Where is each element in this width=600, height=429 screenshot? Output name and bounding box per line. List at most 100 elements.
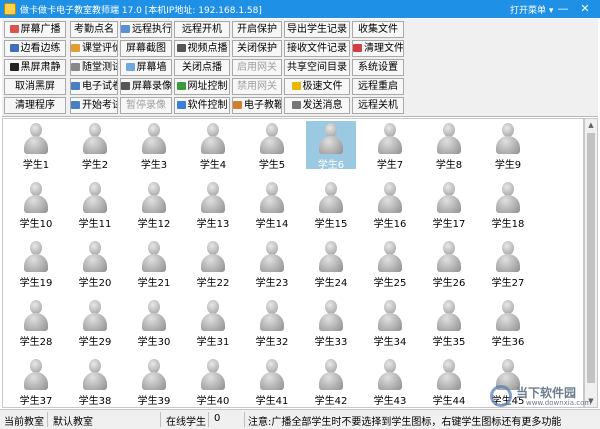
student-avatar-icon [496,182,520,214]
student-name: 学生42 [314,396,348,407]
toolbar-button-r2c3[interactable]: 屏幕截图 [120,40,172,57]
toolbar-button-r5c7[interactable]: 远程关机 [352,97,404,114]
toolbar-button-r1c6[interactable]: 导出学生记录 [284,21,350,38]
toolbar-button-r1c2[interactable]: 考勤点名 [70,21,118,38]
student-item[interactable]: 学生20 [70,239,120,289]
student-item[interactable]: 学生29 [70,298,120,348]
student-item[interactable]: 学生9 [483,121,533,171]
student-item[interactable]: 学生31 [188,298,238,348]
student-item[interactable]: 学生34 [365,298,415,348]
scroll-up-icon[interactable]: ▲ [585,119,597,131]
toolbar-button-r3c6[interactable]: 共享空间目录 [284,59,350,76]
toolbar-button-r1c5[interactable]: 开启保护 [232,21,282,38]
student-item[interactable]: 学生33 [306,298,356,348]
student-item[interactable]: 学生39 [129,357,179,407]
student-item[interactable]: 学生15 [306,180,356,230]
student-name: 学生11 [78,219,112,230]
toolbar-button-r3c4[interactable]: 关闭点播 [174,59,230,76]
student-avatar-icon [24,182,48,214]
toolbar-button-r4c6[interactable]: 极速文件 [284,78,350,95]
toolbar-button-r3c1[interactable]: 黑屏肃静 [4,59,66,76]
toolbar-button-r4c7[interactable]: 远程重启 [352,78,404,95]
student-avatar-icon [24,123,48,155]
toolbar-button-r1c1[interactable]: 屏幕广播 [4,21,66,38]
student-avatar-icon [24,241,48,273]
toolbar-button-r5c1[interactable]: 清理程序 [4,97,66,114]
toolbar-button-r2c6[interactable]: 接收文件记录 [284,40,350,57]
student-item[interactable]: 学生44 [424,357,474,407]
student-item[interactable]: 学生37 [11,357,61,407]
student-item[interactable]: 学生19 [11,239,61,289]
toolbar-button-label: 共享空间目录 [287,62,347,73]
toolbar-button-r4c1[interactable]: 取消黑屏 [4,78,66,95]
student-item[interactable]: 学生16 [365,180,415,230]
toolbar-button-r5c3[interactable]: 暂停录像 [120,97,172,114]
minimize-icon[interactable]: — [556,1,570,16]
toolbar-button-r2c4[interactable]: 视频点播 [174,40,230,57]
student-item[interactable]: 学生8 [424,121,474,171]
toolbar-button-r4c4[interactable]: 网址控制 [174,78,230,95]
toolbar-button-r3c5[interactable]: 启用网关 [232,59,282,76]
student-item[interactable]: 学生35 [424,298,474,348]
toolbar-button-label: 导出学生记录 [287,24,347,35]
toolbar-button-label: 清理程序 [15,100,55,111]
student-item[interactable]: 学生2 [70,121,120,171]
student-item[interactable]: 学生25 [365,239,415,289]
student-item[interactable]: 学生10 [11,180,61,230]
student-item[interactable]: 学生41 [247,357,297,407]
open-menu-button[interactable]: 打开菜单 ▾ [510,3,553,16]
student-item[interactable]: 学生12 [129,180,179,230]
toolbar-button-r2c5[interactable]: 关闭保护 [232,40,282,57]
student-item[interactable]: 学生5 [247,121,297,171]
student-item[interactable]: 学生42 [306,357,356,407]
toolbar-button-r3c2[interactable]: 随堂测试 [70,59,118,76]
student-item[interactable]: 学生24 [306,239,356,289]
vertical-scrollbar[interactable]: ▲ ▼ [584,118,598,408]
student-item[interactable]: 学生18 [483,180,533,230]
student-item[interactable]: 学生3 [129,121,179,171]
student-item[interactable]: 学生23 [247,239,297,289]
toolbar-button-r5c5[interactable]: 电子教鞭 [232,97,282,114]
toolbar-button-r5c2[interactable]: 开始考试 [70,97,118,114]
toolbar: 屏幕广播 考勤点名 远程执行 远程开机 开启保护 导出学生记录 收集文件 边看边练 课堂评价 屏幕… [2,19,598,117]
student-item[interactable]: 学生21 [129,239,179,289]
toolbar-button-r1c3[interactable]: 远程执行 [120,21,172,38]
toolbar-button-r1c7[interactable]: 收集文件 [352,21,404,38]
toolbar-button-r3c7[interactable]: 系统设置 [352,59,404,76]
scrollbar-thumb[interactable] [587,133,595,383]
student-item[interactable]: 学生32 [247,298,297,348]
student-item[interactable]: 学生38 [70,357,120,407]
student-item[interactable]: 学生30 [129,298,179,348]
toolbar-button-r2c7[interactable]: 清理文件 [352,40,404,57]
toolbar-button-r5c4[interactable]: 软件控制 [174,97,230,114]
student-item[interactable]: 学生17 [424,180,474,230]
student-item[interactable]: 学生4 [188,121,238,171]
student-name: 学生34 [373,337,407,348]
student-item[interactable]: 学生11 [70,180,120,230]
student-name: 学生28 [19,337,53,348]
student-item[interactable]: 学生14 [247,180,297,230]
student-item[interactable]: 学生6 [306,121,356,171]
student-item[interactable]: 学生43 [365,357,415,407]
student-item[interactable]: 学生28 [11,298,61,348]
student-item[interactable]: 学生7 [365,121,415,171]
close-icon[interactable]: ✕ [578,1,592,16]
student-item[interactable]: 学生13 [188,180,238,230]
student-avatar-icon [496,241,520,273]
toolbar-button-r2c2[interactable]: 课堂评价 [70,40,118,57]
toolbar-button-r4c2[interactable]: 电子试卷 [70,78,118,95]
toolbar-button-r4c3[interactable]: 屏幕录像 [120,78,172,95]
student-item[interactable]: 学生40 [188,357,238,407]
student-item[interactable]: 学生26 [424,239,474,289]
current-classroom-value: 默认教室 [53,417,93,428]
toolbar-button-label: 边看边练 [20,43,61,54]
student-item[interactable]: 学生36 [483,298,533,348]
toolbar-button-r4c5[interactable]: 禁用网关 [232,78,282,95]
toolbar-button-r5c6[interactable]: 发送消息 [284,97,350,114]
toolbar-button-r3c3[interactable]: 屏幕墙 [120,59,172,76]
student-item[interactable]: 学生22 [188,239,238,289]
student-item[interactable]: 学生1 [11,121,61,171]
student-item[interactable]: 学生27 [483,239,533,289]
toolbar-button-r2c1[interactable]: 边看边练 [4,40,66,57]
toolbar-button-r1c4[interactable]: 远程开机 [174,21,230,38]
